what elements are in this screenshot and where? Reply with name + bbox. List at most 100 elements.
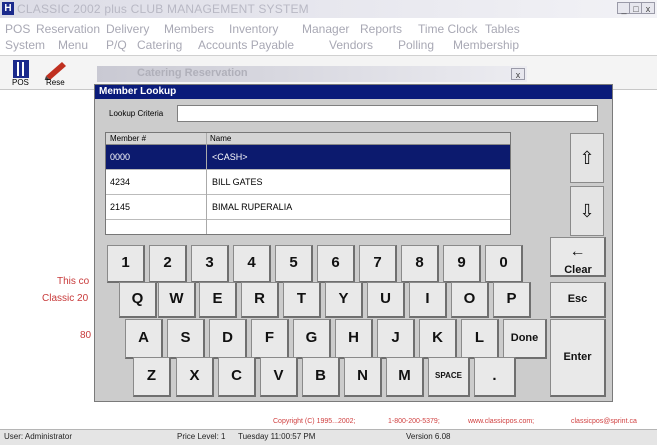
backspace-key[interactable]: ← Clear <box>550 237 606 277</box>
key-y[interactable]: Y <box>325 282 363 318</box>
key-j[interactable]: J <box>377 319 415 359</box>
key-o[interactable]: O <box>451 282 489 318</box>
menu-menu[interactable]: Menu <box>58 38 88 52</box>
key-p[interactable]: P <box>493 282 531 318</box>
menu-delivery[interactable]: Delivery <box>106 22 149 36</box>
key-5[interactable]: 5 <box>275 245 313 283</box>
key-i[interactable]: I <box>409 282 447 318</box>
member-name-cell: BILL GATES <box>212 177 263 187</box>
key-a[interactable]: A <box>125 319 163 359</box>
member-lookup-dialog: Member Lookup Lookup Criteria Member # N… <box>94 84 613 402</box>
app-icon: H <box>2 2 14 15</box>
key-3[interactable]: 3 <box>191 245 229 283</box>
key-n[interactable]: N <box>344 357 382 397</box>
status-bar: User: Administrator Price Level: 1 Tuesd… <box>0 429 657 445</box>
key-z[interactable]: Z <box>133 357 171 397</box>
catering-reservation-title: Catering Reservation <box>137 67 248 79</box>
key-7[interactable]: 7 <box>359 245 397 283</box>
cutlery-icon <box>13 60 29 78</box>
column-divider <box>206 133 207 234</box>
app-title: CLASSIC 2002 plus CLUB MANAGEMENT SYSTEM <box>17 2 309 16</box>
key-w[interactable]: W <box>158 282 196 318</box>
catering-close-button[interactable]: x <box>511 68 525 80</box>
done-key[interactable]: Done <box>503 319 547 359</box>
background-text-line1: This co <box>57 276 90 287</box>
menu-manager[interactable]: Manager <box>302 22 349 36</box>
key-4[interactable]: 4 <box>233 245 271 283</box>
status-version: Version 6.08 <box>406 432 451 441</box>
member-id-cell: 0000 <box>110 152 131 162</box>
status-price-level: Price Level: 1 <box>177 432 226 441</box>
key-2[interactable]: 2 <box>149 245 187 283</box>
close-button[interactable]: x <box>641 2 655 14</box>
key-8[interactable]: 8 <box>401 245 439 283</box>
reservation-toolbar-label: Rese <box>46 78 65 87</box>
enter-key[interactable]: Enter <box>550 319 606 397</box>
key-g[interactable]: G <box>293 319 331 359</box>
key-u[interactable]: U <box>367 282 405 318</box>
dialog-title: Member Lookup <box>95 85 612 99</box>
key-d[interactable]: D <box>209 319 247 359</box>
period-key[interactable]: . <box>474 357 516 397</box>
esc-key[interactable]: Esc <box>550 282 606 318</box>
table-row[interactable]: 0000 <CASH> <box>106 145 510 170</box>
scroll-down-button[interactable]: ⇩ <box>570 186 604 236</box>
key-c[interactable]: C <box>218 357 256 397</box>
key-b[interactable]: B <box>302 357 340 397</box>
key-q[interactable]: Q <box>119 282 157 318</box>
menu-inventory[interactable]: Inventory <box>229 22 278 36</box>
footer-phone: 1-800-200-5379; <box>388 418 440 425</box>
key-t[interactable]: T <box>283 282 321 318</box>
key-x[interactable]: X <box>176 357 214 397</box>
column-header-name[interactable]: Name <box>206 133 510 145</box>
pos-toolbar-button[interactable]: POS <box>6 58 36 87</box>
menu-reports[interactable]: Reports <box>360 22 402 36</box>
menu-reservation[interactable]: Reservation <box>36 22 100 36</box>
menu-tables[interactable]: Tables <box>485 22 520 36</box>
footer-copyright: Copyright (C) 1995...2002; <box>273 418 356 425</box>
member-id-cell: 4234 <box>110 177 131 187</box>
key-s[interactable]: S <box>167 319 205 359</box>
main-title-bar: H CLASSIC 2002 plus CLUB MANAGEMENT SYST… <box>0 0 657 18</box>
background-text-line2: Classic 20 <box>42 293 89 304</box>
lookup-criteria-label: Lookup Criteria <box>109 109 164 118</box>
key-6[interactable]: 6 <box>317 245 355 283</box>
key-k[interactable]: K <box>419 319 457 359</box>
status-user: User: Administrator <box>4 432 73 441</box>
key-v[interactable]: V <box>260 357 298 397</box>
key-l[interactable]: L <box>461 319 499 359</box>
scroll-up-button[interactable]: ⇧ <box>570 133 604 183</box>
lookup-criteria-input[interactable] <box>177 105 598 122</box>
table-row[interactable]: 4234 BILL GATES <box>106 170 510 195</box>
key-h[interactable]: H <box>335 319 373 359</box>
footer-email[interactable]: classicpos@sprint.ca <box>571 418 637 425</box>
key-1[interactable]: 1 <box>107 245 145 283</box>
key-m[interactable]: M <box>386 357 424 397</box>
space-key[interactable]: SPACE <box>428 357 470 397</box>
menu-vendors[interactable]: Vendors <box>329 38 373 52</box>
column-header-member-number[interactable]: Member # <box>106 133 206 145</box>
member-name-cell: BIMAL RUPERALIA <box>212 202 293 212</box>
background-text-line3: 80 <box>80 330 92 341</box>
key-r[interactable]: R <box>241 282 279 318</box>
catering-reservation-titlebar: Catering Reservation x <box>97 66 527 82</box>
key-9[interactable]: 9 <box>443 245 481 283</box>
footer-website[interactable]: www.classicpos.com; <box>468 418 534 425</box>
menu-system[interactable]: System <box>5 38 45 52</box>
menu-pos[interactable]: POS <box>5 22 30 36</box>
pencil-icon <box>44 62 66 82</box>
menu-pq[interactable]: P/Q <box>106 38 127 52</box>
member-grid: Member # Name 0000 <CASH> 4234 BILL GATE… <box>105 132 511 235</box>
menu-catering[interactable]: Catering <box>137 38 182 52</box>
menu-accounts-payable[interactable]: Accounts Payable <box>198 38 294 52</box>
menu-polling[interactable]: Polling <box>398 38 434 52</box>
pos-toolbar-label: POS <box>12 78 29 87</box>
key-0[interactable]: 0 <box>485 245 523 283</box>
reservation-toolbar-button[interactable]: Rese <box>40 58 70 87</box>
key-e[interactable]: E <box>199 282 237 318</box>
menu-time-clock[interactable]: Time Clock <box>418 22 478 36</box>
menu-members[interactable]: Members <box>164 22 214 36</box>
table-row[interactable]: 2145 BIMAL RUPERALIA <box>106 195 510 220</box>
menu-membership[interactable]: Membership <box>453 38 519 52</box>
key-f[interactable]: F <box>251 319 289 359</box>
